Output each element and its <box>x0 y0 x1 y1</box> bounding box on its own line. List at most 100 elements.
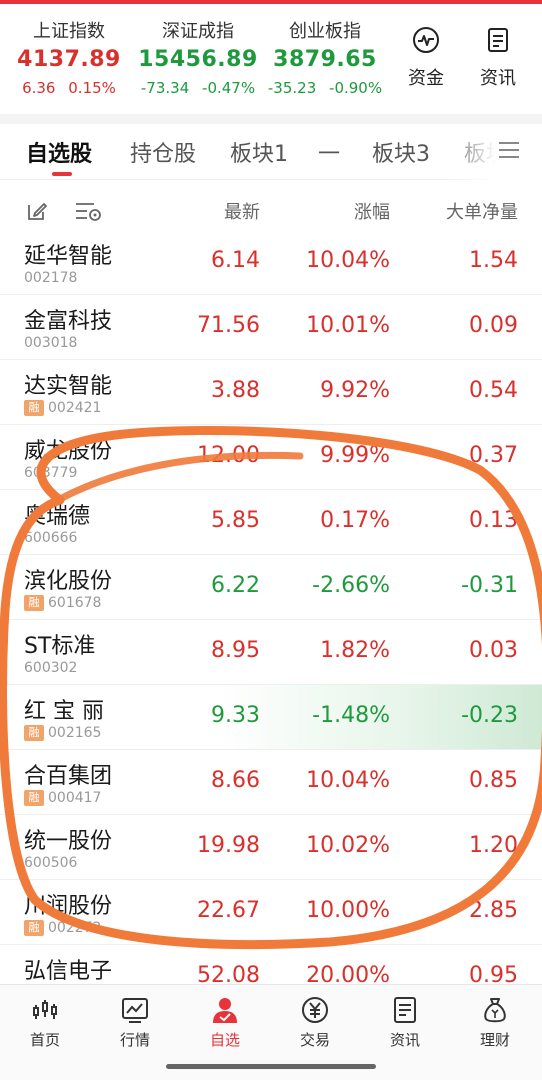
index-name: 深证成指 <box>162 21 234 42</box>
funds-button[interactable]: 资金 <box>396 26 456 90</box>
tab-sector-3[interactable]: 板块3 <box>372 136 430 168</box>
stock-list: 延华智能 002178 6.14 10.04% 1.54 金富科技 003018 71.56 1… <box>0 240 542 984</box>
stock-change-pct: 20.00% <box>306 963 390 984</box>
stock-change-pct: 1.82% <box>320 638 390 663</box>
index-change-pct: -0.47% <box>202 79 256 97</box>
tab-holdings[interactable]: 持仓股 <box>130 136 196 168</box>
margin-trading-badge: 融 <box>24 790 44 806</box>
stock-net-big-order: 0.13 <box>469 508 518 533</box>
stock-code-text: 600666 <box>24 530 78 546</box>
stock-code: 003018 <box>24 335 77 351</box>
index-shanghai[interactable]: 上证指数 4137.89 6.36 0.15% <box>4 20 134 100</box>
nav-trade[interactable]: 交易 <box>270 995 360 1050</box>
home-indicator-bar[interactable] <box>166 1064 376 1069</box>
column-change-pct[interactable]: 涨幅 <box>354 198 390 224</box>
stock-code: 融 601678 <box>24 595 101 611</box>
edit-icon[interactable] <box>26 200 48 222</box>
stock-net-big-order: 0.09 <box>469 313 518 338</box>
stock-latest-price: 6.22 <box>211 573 260 598</box>
nav-home-label: 首页 <box>29 1031 60 1049</box>
nav-home[interactable]: 首页 <box>0 995 90 1050</box>
active-tab-indicator <box>52 172 72 176</box>
stock-latest-price: 22.67 <box>197 898 260 923</box>
news-button[interactable]: 资讯 <box>468 26 528 90</box>
stock-code-text: 002421 <box>48 400 102 416</box>
filter-settings-icon[interactable] <box>74 200 102 222</box>
nav-news-label: 资讯 <box>389 1031 420 1049</box>
nav-news[interactable]: 资讯 <box>360 995 450 1050</box>
stock-row[interactable]: 统一股份 600506 19.98 10.02% 1.20 <box>0 815 542 880</box>
section-divider <box>0 114 542 124</box>
margin-trading-badge: 融 <box>24 725 44 741</box>
stock-row[interactable]: 滨化股份融 601678 6.22 -2.66% -0.31 <box>0 555 542 620</box>
tab-sector-1[interactable]: 板块1 <box>230 136 288 168</box>
index-change: -35.23 -0.90% <box>260 76 390 100</box>
market-indices-header: 上证指数 4137.89 6.36 0.15% 深证成指 15456.89 -7… <box>0 14 542 114</box>
stock-net-big-order: 0.03 <box>469 638 518 663</box>
stock-code-text: 600506 <box>24 855 78 871</box>
stock-code: 融 002272 <box>24 920 101 936</box>
tab-group-one[interactable]: 一 <box>318 136 340 168</box>
stock-row[interactable]: 川润股份融 002272 22.67 10.00% 2.85 <box>0 880 542 945</box>
funds-label: 资金 <box>408 68 444 89</box>
stock-code-text: 600302 <box>24 660 78 676</box>
index-chinext[interactable]: 创业板指 3879.65 -35.23 -0.90% <box>260 20 390 100</box>
stock-latest-price: 3.88 <box>211 378 260 403</box>
stock-name: ST标准 <box>24 634 96 659</box>
stock-row[interactable]: 奥瑞德 600666 5.85 0.17% 0.13 <box>0 490 542 555</box>
stock-code: 002178 <box>24 270 77 286</box>
hamburger-menu-icon[interactable] <box>498 140 520 160</box>
stock-latest-price: 19.98 <box>197 833 260 858</box>
stock-code-text: 603779 <box>24 465 78 481</box>
stock-latest-price: 6.14 <box>211 248 260 273</box>
home-chart-icon <box>33 1000 57 1019</box>
stock-code: 融 000417 <box>24 790 101 806</box>
stock-name: 合百集团 <box>24 764 113 789</box>
stock-name: 金富科技 <box>24 309 113 334</box>
nav-watchlist[interactable]: 自选 <box>180 995 270 1050</box>
stock-code: 融 002165 <box>24 725 101 741</box>
column-latest[interactable]: 最新 <box>224 198 260 224</box>
stock-row[interactable]: ST标准 600302 8.95 1.82% 0.03 <box>0 620 542 685</box>
stock-row[interactable]: 合百集团融 000417 8.66 10.04% 0.85 <box>0 750 542 815</box>
stock-net-big-order: -0.31 <box>461 573 518 598</box>
index-change: -73.34 -0.47% <box>133 76 263 100</box>
index-change-pct: 0.15% <box>68 79 116 97</box>
stock-name: 弘信电子 <box>24 959 113 984</box>
stock-code: 600506 <box>24 855 77 871</box>
stock-change-pct: 9.92% <box>320 378 390 403</box>
nav-market[interactable]: 行情 <box>90 995 180 1050</box>
watchlist-person-icon <box>213 998 237 1023</box>
nav-wealth[interactable]: 理财 <box>450 995 540 1050</box>
watchlist-tabs: 自选股 持仓股 板块1 一 板块3 板块 <box>0 124 542 180</box>
stock-row[interactable]: 金富科技 003018 71.56 10.01% 0.09 <box>0 295 542 360</box>
stock-change-pct: -2.66% <box>312 573 390 598</box>
stock-name: 奥瑞德 <box>24 504 91 529</box>
stock-latest-price: 5.85 <box>211 508 260 533</box>
stock-row[interactable]: 延华智能 002178 6.14 10.04% 1.54 <box>0 240 542 295</box>
stock-code-text: 000417 <box>48 790 102 806</box>
stock-name: 延华智能 <box>24 244 113 269</box>
news-document-icon <box>394 997 416 1023</box>
tab-fade-overlay <box>440 124 542 180</box>
stock-row[interactable]: 达实智能融 002421 3.88 9.92% 0.54 <box>0 360 542 425</box>
stock-net-big-order: 2.85 <box>469 898 518 923</box>
stock-code: 603779 <box>24 465 77 481</box>
column-net-big-order[interactable]: 大单净量 <box>446 198 518 224</box>
stock-row[interactable]: 弘信电子30065752.0820.00%0.95 <box>0 945 542 984</box>
stock-code-text: 002165 <box>48 725 102 741</box>
top-accent-line <box>0 0 542 4</box>
stock-change-pct: 0.17% <box>320 508 390 533</box>
stock-net-big-order: 1.20 <box>469 833 518 858</box>
stock-code-text: 002178 <box>24 270 78 286</box>
stock-latest-price: 8.95 <box>211 638 260 663</box>
tab-watchlist[interactable]: 自选股 <box>26 136 92 168</box>
news-label: 资讯 <box>480 68 516 89</box>
stock-name: 统一股份 <box>24 829 113 854</box>
stock-row[interactable]: 威龙股份 603779 12.00 9.99% 0.37 <box>0 425 542 490</box>
stock-rows: 延华智能 002178 6.14 10.04% 1.54 金富科技 003018 71.56 1… <box>0 240 542 984</box>
index-change-points: -35.23 <box>267 79 317 97</box>
stock-row[interactable]: 红 宝 丽融 002165 9.33 -1.48% -0.23 <box>0 685 542 750</box>
index-shenzhen[interactable]: 深证成指 15456.89 -73.34 -0.47% <box>133 20 263 100</box>
stock-latest-price: 12.00 <box>197 443 260 468</box>
